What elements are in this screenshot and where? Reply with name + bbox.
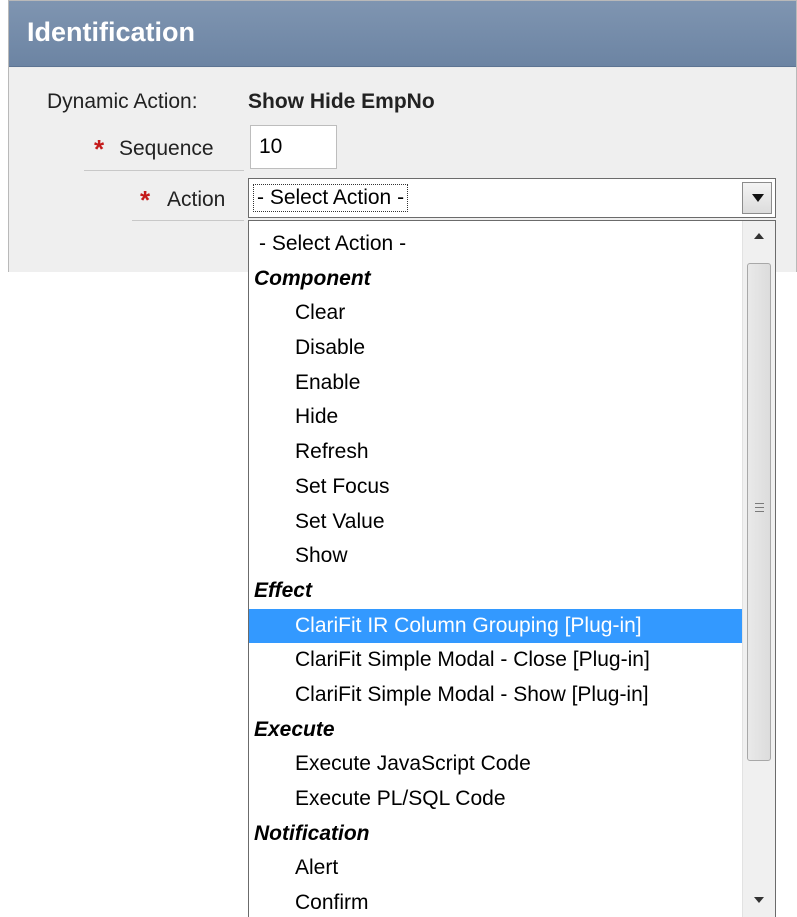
region-title: Identification [27, 17, 195, 47]
select-dropdown-button[interactable] [742, 182, 772, 214]
chevron-down-icon [752, 194, 764, 202]
dropdown-option[interactable]: Confirm [249, 886, 743, 917]
dropdown-group-header: Component [254, 266, 371, 290]
dropdown-option[interactable]: ClariFit IR Column Grouping [Plug-in] [249, 608, 743, 644]
dropdown-items: - Select Action - Component Clear Disable En… [249, 227, 743, 917]
dynamic-action-label: Dynamic Action: [47, 90, 198, 113]
required-marker: * [94, 134, 105, 164]
dropdown-option[interactable]: ClariFit Simple Modal - Close [Plug-in] [249, 643, 743, 678]
dropdown-option[interactable]: Set Focus [249, 470, 743, 505]
grip-line [755, 511, 764, 512]
grip-line [755, 503, 764, 504]
action-label-underline [132, 220, 244, 221]
scroll-up-button[interactable] [743, 221, 775, 253]
region-header: Identification [9, 1, 796, 67]
arrow-up-icon [754, 233, 764, 239]
arrow-down-icon [754, 897, 764, 903]
grip-line [755, 507, 764, 508]
dropdown-option[interactable]: - Select Action - [249, 227, 743, 262]
dropdown-option[interactable]: ClariFit Simple Modal - Show [Plug-in] [249, 678, 743, 713]
dropdown-group-header: Effect [254, 578, 312, 602]
dropdown-option[interactable]: Execute JavaScript Code [249, 747, 743, 782]
dynamic-action-value: Show Hide EmpNo [248, 90, 435, 113]
dropdown-group-header: Notification [254, 821, 370, 845]
action-label: Action [167, 188, 226, 211]
dropdown-option[interactable]: Execute PL/SQL Code [249, 782, 743, 817]
action-select-value: - Select Action - [252, 184, 409, 212]
dropdown-option[interactable]: Alert [249, 851, 743, 886]
dropdown-option[interactable]: Show [249, 539, 743, 574]
action-dropdown-list[interactable]: - Select Action - Component Clear Disable En… [248, 220, 776, 917]
dropdown-option[interactable]: Refresh [249, 435, 743, 470]
sequence-label: Sequence [119, 137, 214, 160]
dropdown-option[interactable]: Set Value [249, 505, 743, 540]
scroll-down-button[interactable] [743, 885, 775, 917]
dropdown-group-header: Execute [254, 717, 335, 741]
required-marker: * [140, 185, 151, 215]
action-select[interactable]: - Select Action - [248, 178, 776, 218]
dropdown-scrollbar[interactable] [742, 221, 775, 917]
dropdown-option[interactable]: Disable [249, 331, 743, 366]
dropdown-option[interactable]: Hide [249, 400, 743, 435]
dropdown-option[interactable]: Enable [249, 366, 743, 401]
dropdown-option[interactable]: Clear [249, 296, 743, 331]
sequence-label-underline [84, 170, 244, 171]
sequence-input[interactable] [250, 125, 337, 169]
scrollbar-thumb[interactable] [747, 263, 771, 761]
